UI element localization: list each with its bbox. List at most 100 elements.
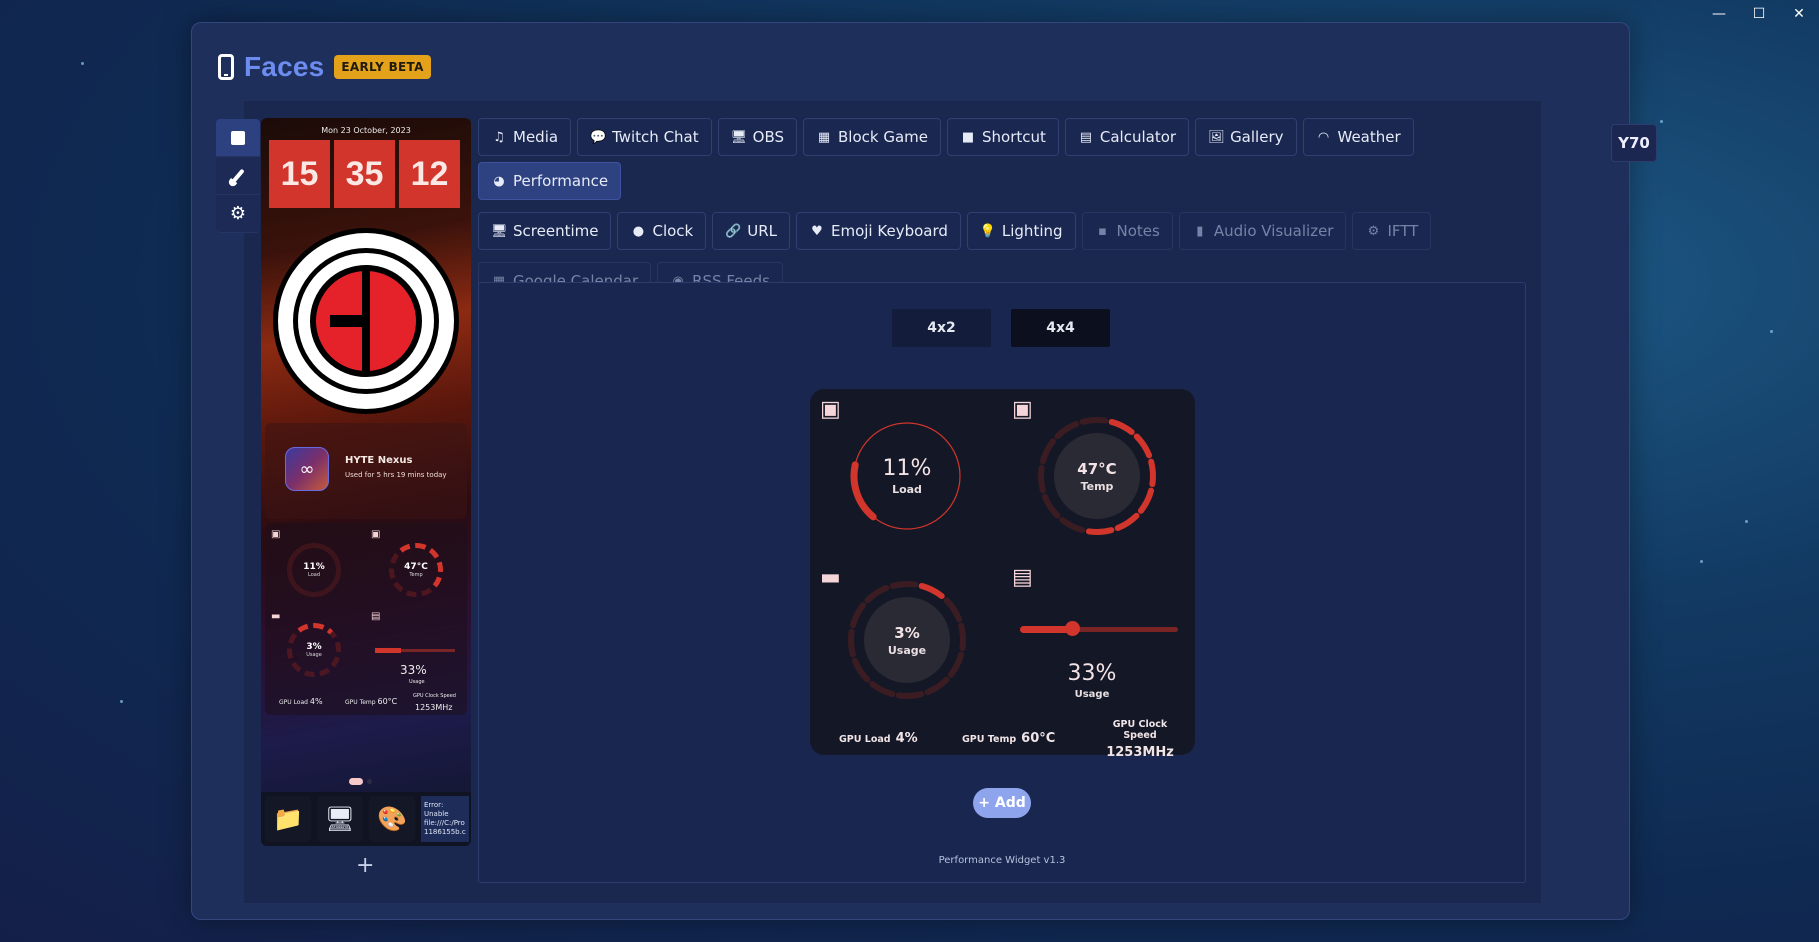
app-title: Faces bbox=[244, 51, 325, 82]
dock: 📁 🖥 🎨 Error: Unable file:///C:/Pro 11861… bbox=[261, 792, 471, 846]
calculator-icon: ▤ bbox=[1079, 129, 1093, 145]
screentime-icon: 🖥 bbox=[491, 223, 508, 239]
side-tab-faces[interactable] bbox=[216, 119, 260, 157]
star bbox=[1700, 560, 1703, 563]
tab-block-game[interactable]: ▦ Block Game bbox=[803, 118, 941, 156]
tab-label: Audio Visualizer bbox=[1213, 222, 1334, 240]
tab-label: Clock bbox=[652, 222, 694, 240]
tab-gallery[interactable]: 🖼 Gallery bbox=[1195, 118, 1297, 156]
notes-icon: ▪ bbox=[1098, 223, 1107, 239]
obs-icon: 🖥 bbox=[730, 129, 748, 145]
tab-shortcut[interactable]: ■ Shortcut bbox=[947, 118, 1059, 156]
widget-tabs: ♫ Media 💬 Twitch Chat 🖥 OBS ▦ Block Game ■ Shortc… bbox=[478, 118, 1538, 300]
window-controls: — ☐ ✕ bbox=[1699, 4, 1819, 24]
tab-emoji-keyboard[interactable]: ♥ Emoji Keyboard bbox=[796, 212, 961, 250]
gauge-segment bbox=[895, 691, 925, 699]
gauge-segment bbox=[1038, 464, 1046, 494]
tab-clock[interactable]: ● Clock bbox=[617, 212, 707, 250]
page-indicator-active[interactable] bbox=[349, 778, 363, 785]
mini-gpu-clock: 1253MHz bbox=[415, 703, 453, 712]
ed-logo bbox=[273, 228, 459, 414]
tab-weather[interactable]: ◠ Weather bbox=[1302, 118, 1414, 156]
tab-label: Shortcut bbox=[982, 128, 1046, 146]
mini-cpu-temp-gauge: 47°C Temp bbox=[389, 543, 443, 597]
paint-icon[interactable]: 🎨 bbox=[369, 796, 415, 842]
star bbox=[1770, 330, 1773, 333]
nexus-logo-icon: ∞ bbox=[285, 447, 329, 491]
nexus-card: ∞ HYTE Nexus Used for 5 hrs 19 mins toda… bbox=[265, 423, 467, 519]
add-widget-button[interactable]: + Add bbox=[973, 788, 1031, 818]
face-preview[interactable]: Mon 23 October, 2023 15 35 12 ∞ HYTE Nex… bbox=[261, 118, 471, 846]
star bbox=[1745, 520, 1748, 523]
device-button[interactable]: Y70 bbox=[1611, 124, 1657, 162]
ram-icon: ▤ bbox=[371, 611, 381, 622]
app-header: Faces EARLY BETA bbox=[218, 51, 431, 83]
file-explorer-icon[interactable]: 📁 bbox=[265, 796, 311, 842]
tab-label: Notes bbox=[1116, 222, 1160, 240]
main-panel: ⚙ Mon 23 October, 2023 15 35 12 ∞ HYTE N… bbox=[216, 101, 1657, 903]
size-4x2-button[interactable]: 4x2 bbox=[892, 309, 991, 347]
maximize-button[interactable]: ☐ bbox=[1739, 4, 1779, 24]
tab-twitch-chat[interactable]: 💬 Twitch Chat bbox=[577, 118, 712, 156]
widget-version: Performance Widget v1.3 bbox=[938, 855, 1066, 866]
error-tile: Error: Unable file:///C:/Pro 1186155b.c bbox=[421, 796, 469, 842]
lighting-icon: 💡 bbox=[979, 223, 997, 239]
tab-lighting[interactable]: 💡 Lighting bbox=[966, 212, 1076, 250]
beta-badge: EARLY BETA bbox=[334, 55, 431, 79]
tab-url[interactable]: 🔗 URL bbox=[712, 212, 790, 250]
cpu-icon: ▣ bbox=[371, 529, 381, 540]
performance-widget: ▣ ▣ ▬ ▤ 11% Load 47°C Temp 3% Usage 33% … bbox=[810, 389, 1195, 760]
size-4x4-button[interactable]: 4x4 bbox=[1011, 309, 1110, 347]
gpu-clock: GPU Clock Speed 1253MHz bbox=[1106, 719, 1174, 760]
mini-ram-bar bbox=[375, 648, 455, 653]
url-icon: 🔗 bbox=[725, 223, 742, 239]
gauge-segment bbox=[1085, 527, 1115, 535]
mini-ram-value: 33% bbox=[400, 663, 427, 677]
mini-gpu-temp: GPU Temp 60°C bbox=[345, 697, 398, 706]
tab-label: Weather bbox=[1337, 128, 1401, 146]
tab-label: Screentime bbox=[513, 222, 599, 240]
computer-icon[interactable]: 🖥 bbox=[317, 796, 363, 842]
tab-label: Media bbox=[513, 128, 559, 146]
mini-cpu-load-gauge: 11% Load bbox=[287, 543, 341, 597]
tab-iftt[interactable]: ⚙ IFTT bbox=[1352, 212, 1432, 250]
gpu-load: GPU Load 4% bbox=[839, 731, 918, 746]
close-button[interactable]: ✕ bbox=[1779, 4, 1819, 24]
shortcut-icon: ■ bbox=[961, 129, 975, 145]
cpu-icon: ▣ bbox=[271, 529, 281, 540]
gauge-segment bbox=[958, 622, 966, 652]
cpu-load-readout: 11% Load bbox=[882, 456, 932, 496]
side-tabs: ⚙ bbox=[216, 119, 260, 233]
tab-audio-visualizer[interactable]: ▮ Audio Visualizer bbox=[1178, 212, 1347, 250]
tab-performance[interactable]: ◕ Performance bbox=[478, 162, 622, 200]
tab-calculator[interactable]: ▤ Calculator bbox=[1064, 118, 1190, 156]
tab-label: OBS bbox=[752, 128, 784, 146]
tab-label: Performance bbox=[513, 172, 609, 190]
minimize-button[interactable]: — bbox=[1699, 4, 1739, 24]
mini-performance-widget: ▣ ▣ 11% Load 47°C Temp ▬ ▤ 3% Usage 33% Usa… bbox=[265, 523, 467, 715]
add-face-button[interactable]: + bbox=[356, 853, 374, 878]
tab-label: Lighting bbox=[1001, 222, 1063, 240]
tab-media[interactable]: ♫ Media bbox=[478, 118, 572, 156]
side-tab-settings[interactable]: ⚙ bbox=[216, 195, 260, 233]
mini-gpu-load: GPU Load 4% bbox=[279, 697, 323, 706]
nexus-title: HYTE Nexus bbox=[345, 455, 413, 466]
gear-icon: ⚙ bbox=[229, 202, 247, 224]
tab-label: URL bbox=[747, 222, 777, 240]
side-tab-theme[interactable] bbox=[216, 157, 260, 195]
gauge-segment bbox=[1148, 458, 1156, 488]
tab-screentime[interactable]: 🖥 Screentime bbox=[478, 212, 612, 250]
gpu-temp: GPU Temp 60°C bbox=[962, 731, 1056, 746]
clock-icon: ● bbox=[632, 223, 645, 239]
clock-seconds: 12 bbox=[399, 140, 460, 208]
widget-config-panel: 4x2 4x4 ▣ ▣ ▬ ▤ 11% Load 47°C Temp 3% Us… bbox=[478, 282, 1526, 883]
page-indicator[interactable] bbox=[367, 779, 372, 784]
tab-label: Emoji Keyboard bbox=[831, 222, 948, 240]
gauge-segment bbox=[848, 628, 856, 658]
mini-ram-label: Usage bbox=[409, 679, 425, 685]
tab-notes[interactable]: ▪ Notes bbox=[1081, 212, 1173, 250]
emoji-keyboard-icon: ♥ bbox=[811, 223, 823, 239]
tab-obs[interactable]: 🖥 OBS bbox=[717, 118, 797, 156]
tab-label: Calculator bbox=[1099, 128, 1177, 146]
weather-icon: ◠ bbox=[1317, 129, 1330, 145]
